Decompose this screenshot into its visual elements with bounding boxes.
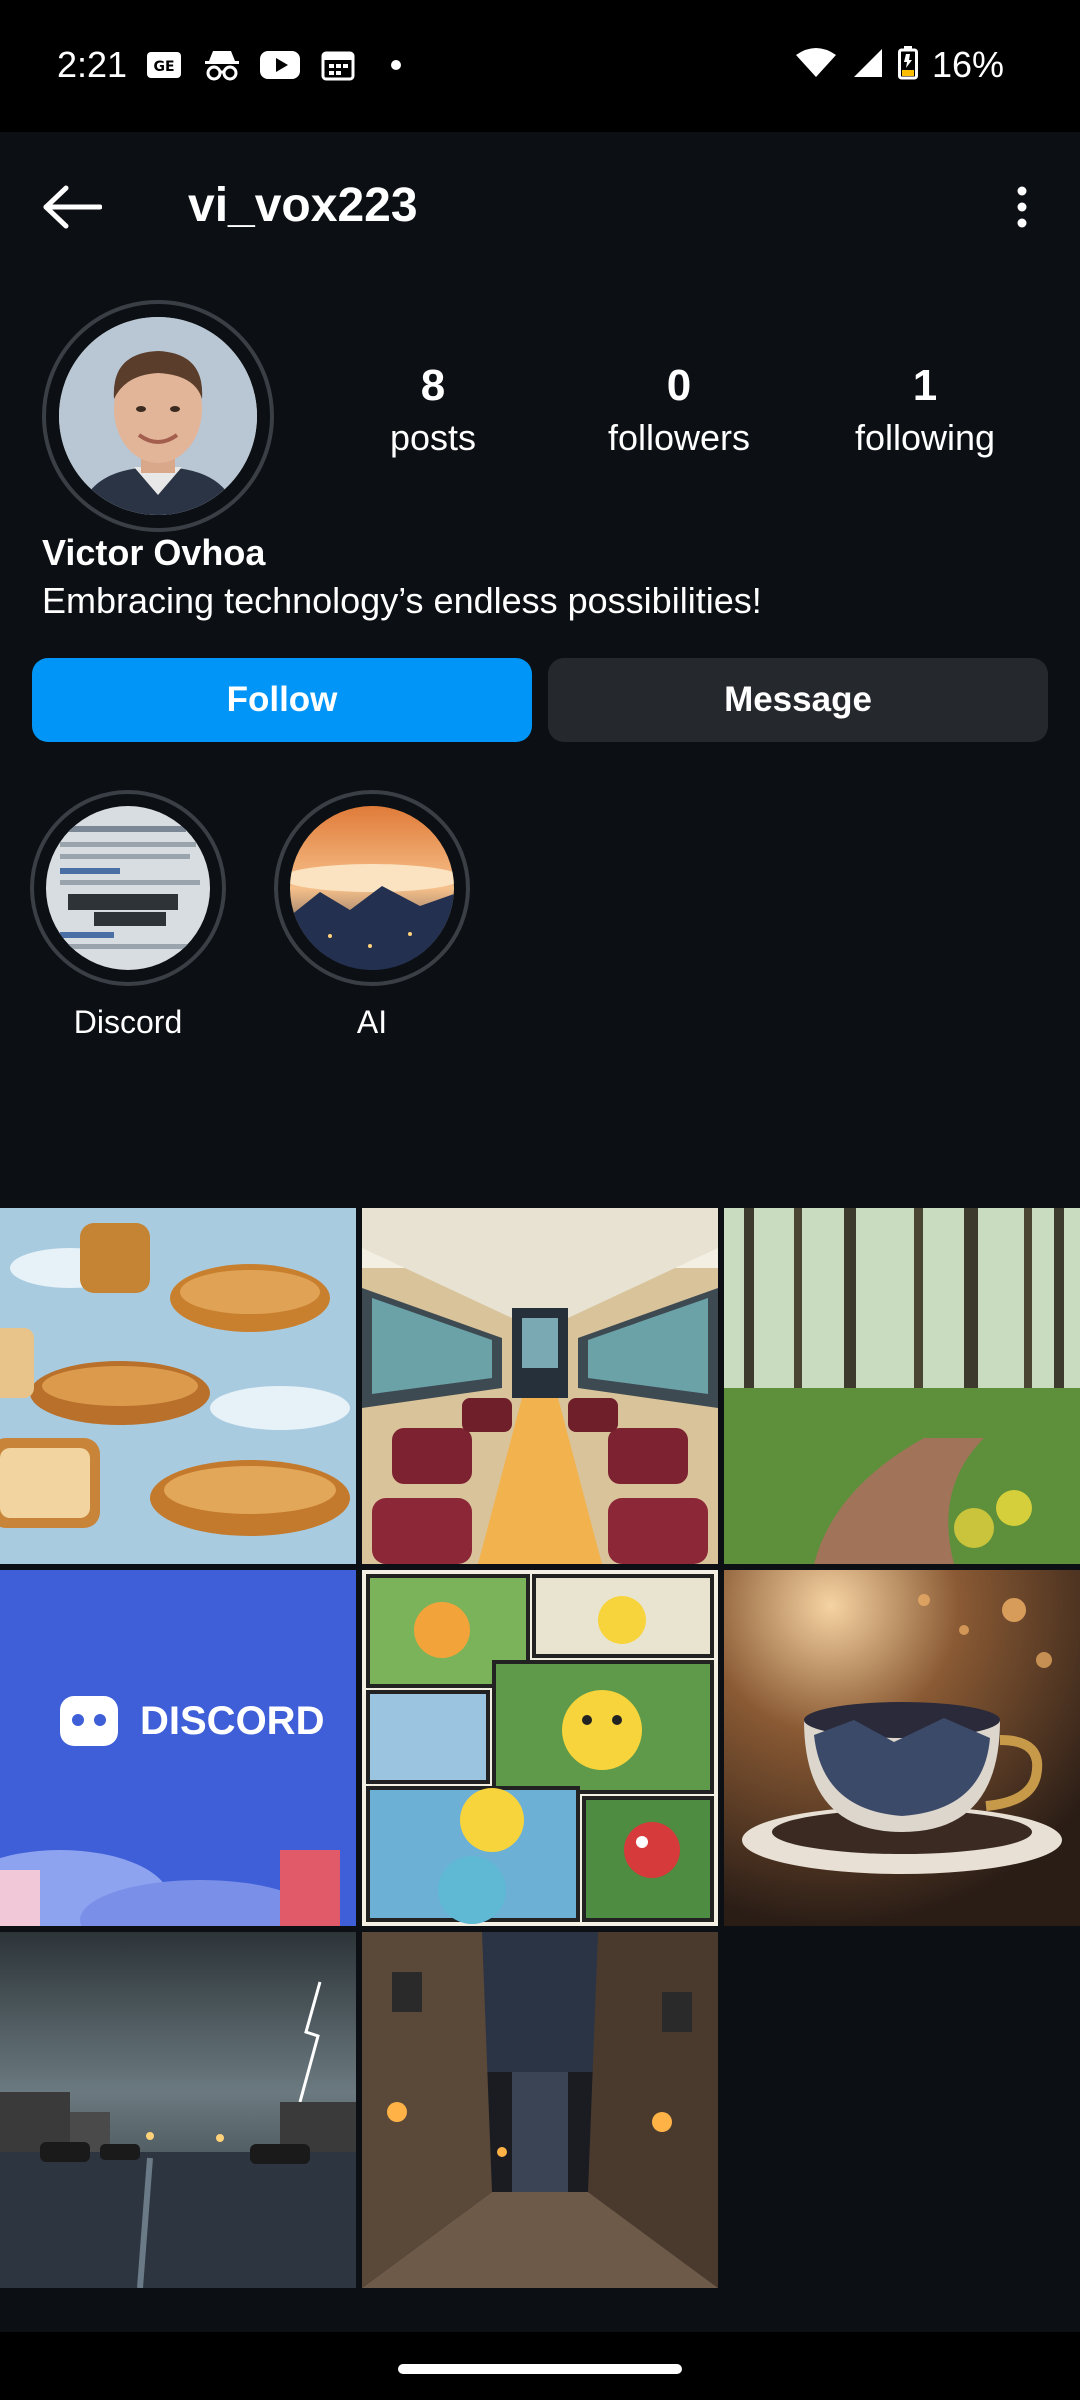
avatar-image: [59, 317, 257, 515]
highlight-label: AI: [356, 1004, 388, 1040]
avatar[interactable]: [42, 300, 274, 532]
stat-label: posts: [389, 417, 477, 458]
profile-full-name: Victor Ovhoa: [42, 532, 266, 573]
notification-icons: GE: [142, 48, 418, 82]
svg-text:GE: GE: [153, 59, 174, 75]
post-thumbnail-bread[interactable]: [0, 1208, 356, 1564]
stat-value: 1: [912, 361, 938, 410]
post-thumbnail-train[interactable]: [362, 1208, 718, 1564]
post-thumbnail-storm-street[interactable]: [0, 1932, 356, 2288]
incognito-icon: [200, 48, 244, 82]
highlight-cover-image: [46, 806, 210, 970]
stat-label: followers: [607, 417, 751, 458]
youtube-icon: [258, 48, 302, 82]
stat-label: following: [854, 417, 996, 458]
more-vertical-icon: [1017, 186, 1027, 228]
battery-icon: [897, 45, 918, 85]
post-thumbnail-pokemon-comic[interactable]: [362, 1570, 718, 1926]
profile-stats: 8 posts 0 followers 1 following: [310, 360, 1050, 464]
signal-icon: [850, 47, 884, 84]
status-bar: 2:21 GE 16%: [0, 0, 1080, 132]
discord-wordmark: DISCORD: [140, 1699, 324, 1743]
calendar-icon: [316, 48, 360, 82]
news-icon: GE: [142, 48, 186, 82]
top-app-bar: vi_vox223: [0, 132, 1080, 282]
message-button[interactable]: Message: [548, 658, 1048, 742]
page-title-username: vi_vox223: [188, 179, 418, 232]
stat-value: 8: [420, 361, 446, 410]
home-indicator[interactable]: [398, 2364, 682, 2374]
post-thumbnail-discord[interactable]: DISCORD: [0, 1570, 356, 1926]
highlight-ai[interactable]: AI: [274, 790, 470, 1041]
highlight-discord[interactable]: Discord: [30, 790, 226, 1041]
dot-icon: [374, 48, 418, 82]
battery-percent: 16%: [931, 44, 1004, 85]
posts-grid: DISCORD: [0, 1208, 1080, 2288]
stat-followers[interactable]: 0 followers: [556, 360, 802, 464]
profile-bio: Embracing technology’s endless possibili…: [42, 580, 762, 621]
stat-following[interactable]: 1 following: [802, 360, 1048, 464]
profile-screen: vi_vox223 8 posts 0 followers 1 followin…: [0, 132, 1080, 2332]
post-thumbnail-forest[interactable]: [724, 1208, 1080, 1564]
stat-value: 0: [666, 361, 692, 410]
wifi-icon: [795, 47, 836, 84]
more-options-button[interactable]: [992, 172, 1052, 242]
highlight-label: Discord: [73, 1004, 183, 1040]
follow-button[interactable]: Follow: [32, 658, 532, 742]
status-time: 2:21: [57, 44, 128, 85]
highlight-cover-image: [290, 806, 454, 970]
back-button[interactable]: [34, 172, 110, 242]
post-thumbnail-teacup[interactable]: [724, 1570, 1080, 1926]
stat-posts[interactable]: 8 posts: [310, 360, 556, 464]
back-arrow-icon: [43, 185, 102, 229]
post-thumbnail-medieval-alley[interactable]: [362, 1932, 718, 2288]
